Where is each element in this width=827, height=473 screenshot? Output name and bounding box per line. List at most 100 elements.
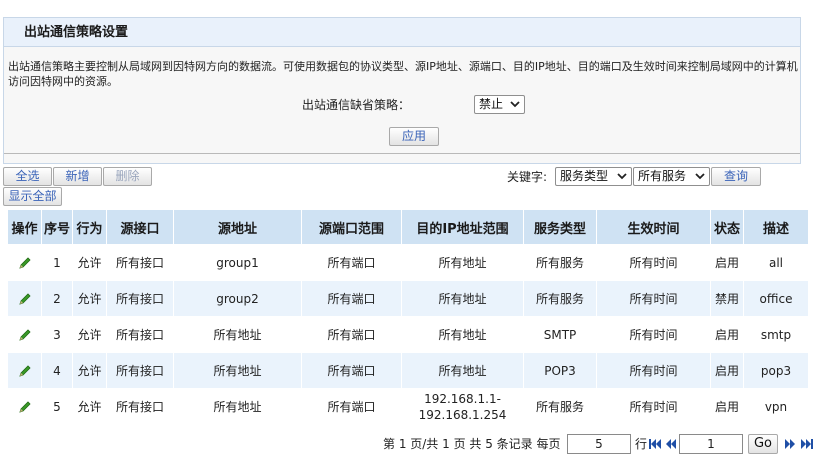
row-index: 5	[41, 388, 73, 425]
row-src-interface: 所有接口	[106, 244, 174, 281]
prev-page-icon[interactable]	[664, 438, 678, 450]
pencil-icon[interactable]	[17, 363, 33, 379]
row-description: all	[743, 244, 809, 281]
row-time: 所有时间	[596, 280, 711, 317]
table-row: 2 允许 所有接口 group2 所有端口 所有地址 所有服务 所有时间 禁用 …	[7, 280, 809, 317]
default-policy-label: 出站通信缺省策略：	[302, 98, 411, 112]
pencil-icon[interactable]	[17, 255, 33, 271]
go-button[interactable]: Go	[748, 434, 778, 454]
row-src-interface: 所有接口	[106, 388, 174, 425]
column-header: 行为	[72, 209, 107, 245]
row-src-port: 所有端口	[301, 280, 402, 317]
row-src-address: 所有地址	[173, 388, 302, 425]
row-src-interface: 所有接口	[106, 316, 174, 353]
next-page-icon[interactable]	[783, 438, 797, 450]
row-src-address: group2	[173, 280, 302, 317]
panel-description: 出站通信策略主要控制从局域网到因特网方向的数据流。可使用数据包的协议类型、源IP…	[8, 60, 798, 88]
row-dst-ip: 所有地址	[401, 244, 524, 281]
panel-title: 出站通信策略设置	[4, 18, 800, 47]
default-policy-value: 禁止	[479, 97, 504, 111]
row-time: 所有时间	[596, 388, 711, 425]
row-action: 允许	[72, 280, 107, 317]
pencil-icon[interactable]	[17, 327, 33, 343]
filter-type-value: 服务类型	[560, 169, 609, 183]
table-row: 5 允许 所有接口 所有地址 所有端口 192.168.1.1- 192.168…	[7, 388, 809, 425]
row-src-interface: 所有接口	[106, 280, 174, 317]
filter-value-select[interactable]: 所有服务	[633, 167, 710, 186]
row-unit-label: 行	[635, 437, 648, 451]
select-all-button[interactable]: 全选	[3, 167, 52, 186]
row-description: vpn	[743, 388, 809, 425]
column-header: 服务类型	[523, 209, 597, 245]
edit-cell[interactable]	[7, 388, 42, 425]
row-src-port: 所有端口	[301, 352, 402, 389]
row-status: 禁用	[710, 280, 744, 317]
chevron-down-icon	[617, 173, 627, 180]
edit-cell[interactable]	[7, 280, 42, 317]
per-page-input[interactable]: 5	[567, 434, 631, 454]
table-row: 1 允许 所有接口 group1 所有端口 所有地址 所有服务 所有时间 启用 …	[7, 244, 809, 281]
rules-table: 操作 序号 行为 源接口 源地址 源端口范围 目的IP地址范围 服务类型 生效时…	[7, 209, 809, 425]
row-src-interface: 所有接口	[106, 352, 174, 389]
edit-cell[interactable]	[7, 316, 42, 353]
table-row: 3 允许 所有接口 所有地址 所有端口 所有地址 SMTP 所有时间 启用 sm…	[7, 316, 809, 353]
column-header: 描述	[743, 209, 809, 245]
row-dst-ip: 所有地址	[401, 352, 524, 389]
row-service: POP3	[523, 352, 597, 389]
search-button[interactable]: 查询	[711, 167, 761, 186]
row-action: 允许	[72, 316, 107, 353]
row-action: 允许	[72, 244, 107, 281]
edit-cell[interactable]	[7, 352, 42, 389]
chevron-down-icon	[510, 101, 520, 108]
row-index: 1	[41, 244, 73, 281]
column-header: 源端口范围	[301, 209, 402, 245]
row-service: 所有服务	[523, 388, 597, 425]
row-description: pop3	[743, 352, 809, 389]
row-time: 所有时间	[596, 316, 711, 353]
column-header: 状态	[710, 209, 744, 245]
outbound-policy-panel: 出站通信策略设置 出站通信策略主要控制从局域网到因特网方向的数据流。可使用数据包…	[3, 17, 801, 164]
row-src-port: 所有端口	[301, 316, 402, 353]
pencil-icon[interactable]	[17, 399, 33, 415]
row-status: 启用	[710, 244, 744, 281]
table-header-row: 操作 序号 行为 源接口 源地址 源端口范围 目的IP地址范围 服务类型 生效时…	[7, 209, 809, 245]
row-status: 启用	[710, 316, 744, 353]
keyword-label: 关键字:	[507, 170, 548, 184]
add-button[interactable]: 新增	[53, 167, 102, 186]
row-src-address: 所有地址	[173, 352, 302, 389]
row-dst-ip: 所有地址	[401, 280, 524, 317]
row-service: SMTP	[523, 316, 597, 353]
apply-button[interactable]: 应用	[389, 127, 439, 146]
show-all-button[interactable]: 显示全部	[3, 187, 62, 206]
row-src-address: group1	[173, 244, 302, 281]
row-index: 3	[41, 316, 73, 353]
row-time: 所有时间	[596, 352, 711, 389]
row-dst-ip: 192.168.1.1- 192.168.1.254	[401, 388, 524, 425]
chevron-down-icon	[695, 173, 705, 180]
edit-cell[interactable]	[7, 244, 42, 281]
first-page-icon[interactable]	[648, 438, 662, 450]
row-description: office	[743, 280, 809, 317]
row-index: 4	[41, 352, 73, 389]
pager-summary: 第 1 页/共 1 页 共 5 条记录 每页	[383, 437, 561, 451]
table-row: 4 允许 所有接口 所有地址 所有端口 所有地址 POP3 所有时间 启用 po…	[7, 352, 809, 389]
row-service: 所有服务	[523, 244, 597, 281]
row-index: 2	[41, 280, 73, 317]
row-src-port: 所有端口	[301, 244, 402, 281]
row-src-address: 所有地址	[173, 316, 302, 353]
row-src-port: 所有端口	[301, 388, 402, 425]
column-header: 源接口	[106, 209, 174, 245]
filter-type-select[interactable]: 服务类型	[555, 167, 632, 186]
delete-button[interactable]: 删除	[103, 167, 152, 186]
pencil-icon[interactable]	[17, 291, 33, 307]
default-policy-select[interactable]: 禁止	[474, 95, 525, 114]
row-service: 所有服务	[523, 280, 597, 317]
page-number-input[interactable]: 1	[679, 434, 743, 454]
filter-value-value: 所有服务	[638, 169, 687, 183]
row-status: 启用	[710, 352, 744, 389]
panel-divider	[4, 153, 800, 154]
column-header: 序号	[41, 209, 73, 245]
column-header: 操作	[7, 209, 42, 245]
row-action: 允许	[72, 352, 107, 389]
last-page-icon[interactable]	[800, 438, 814, 450]
